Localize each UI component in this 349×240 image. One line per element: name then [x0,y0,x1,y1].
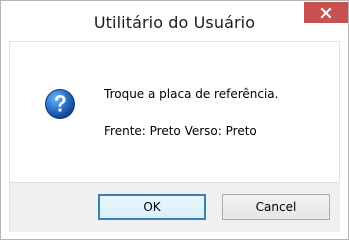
ok-button[interactable]: OK [98,194,206,220]
close-icon [320,7,332,18]
message-line-2: Frente: Preto Verso: Preto [104,124,257,138]
dialog-window: Utilitário do Usuário Troque a placa de … [0,0,349,240]
title-bar[interactable]: Utilitário do Usuário [1,1,348,41]
question-icon [45,89,75,119]
window-title: Utilitário do Usuário [93,13,256,32]
cancel-button[interactable]: Cancel [222,194,330,220]
message-line-1: Troque a placa de referência. [104,87,279,101]
close-button[interactable] [304,2,348,23]
